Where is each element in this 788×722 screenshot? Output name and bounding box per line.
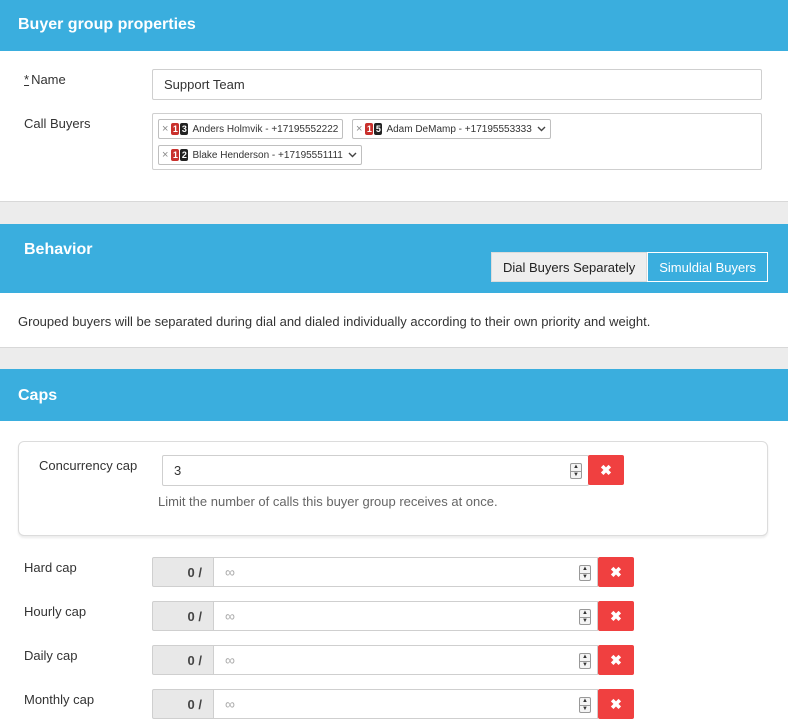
- delete-icon: ✖: [610, 695, 622, 712]
- number-spinner[interactable]: ▲ ▼: [579, 609, 591, 625]
- remove-icon[interactable]: ×: [356, 123, 362, 135]
- page: Buyer group properties * Name Support Tea…: [0, 0, 788, 722]
- hourly-cap-label: Hourly cap: [24, 604, 87, 619]
- concurrency-value: 3: [174, 463, 182, 478]
- call-buyer-tag[interactable]: × 1 3 Anders Holmvik - +17195552222: [158, 119, 344, 139]
- hard-cap-current: 0 /: [152, 557, 214, 587]
- caps-header: Caps: [0, 369, 788, 421]
- daily-cap-placeholder: ∞: [225, 652, 235, 668]
- remove-icon[interactable]: ×: [162, 149, 168, 161]
- name-input[interactable]: Support Team: [152, 69, 762, 100]
- caps-title: Caps: [18, 387, 58, 404]
- delete-icon: ✖: [610, 607, 622, 624]
- buyer-group-header: Buyer group properties: [0, 0, 788, 51]
- concurrency-label: Concurrency cap: [39, 458, 138, 473]
- spin-down-icon[interactable]: ▼: [580, 616, 590, 625]
- delete-icon: ✖: [610, 651, 622, 668]
- priority-badge: 1: [171, 149, 180, 161]
- call-buyers-select[interactable]: × 1 3 Anders Holmvik - +17195552222 × 1 …: [152, 113, 762, 170]
- hard-cap-input[interactable]: ∞ ▲ ▼: [213, 557, 598, 587]
- required-mark: *: [24, 72, 30, 87]
- call-buyer-name: Blake Henderson - +17195551111: [192, 149, 343, 161]
- priority-badge: 1: [171, 123, 180, 135]
- behavior-toggle: Dial Buyers Separately Simuldial Buyers: [491, 252, 769, 282]
- dial-separately-button[interactable]: Dial Buyers Separately: [491, 252, 648, 282]
- monthly-cap-input[interactable]: ∞ ▲ ▼: [213, 689, 598, 719]
- monthly-cap-current: 0 /: [152, 689, 214, 719]
- spin-down-icon[interactable]: ▼: [580, 660, 590, 669]
- name-label-text: Name: [31, 72, 66, 87]
- delete-icon: ✖: [610, 563, 622, 580]
- weight-badge: 3: [180, 123, 189, 135]
- daily-cap-label: Daily cap: [24, 648, 78, 663]
- spin-down-icon[interactable]: ▼: [580, 572, 590, 581]
- buyer-group-title: Buyer group properties: [18, 16, 196, 33]
- simuldial-button[interactable]: Simuldial Buyers: [647, 252, 769, 282]
- hourly-cap-delete-button[interactable]: ✖: [598, 601, 634, 631]
- hard-cap-label: Hard cap: [24, 560, 77, 575]
- concurrency-hint: Limit the number of calls this buyer gro…: [158, 494, 498, 509]
- chevron-down-icon[interactable]: [348, 150, 357, 160]
- hard-cap-placeholder: ∞: [225, 564, 235, 580]
- delete-icon: ✖: [600, 461, 612, 478]
- priority-badge: 1: [365, 123, 374, 135]
- monthly-cap-delete-button[interactable]: ✖: [598, 689, 634, 719]
- hard-cap-delete-button[interactable]: ✖: [598, 557, 634, 587]
- concurrency-input[interactable]: 3 ▲ ▼: [162, 455, 589, 486]
- name-label: * Name: [24, 72, 66, 87]
- call-buyer-tag[interactable]: × 1 5 Adam DeMamp - +17195553333: [352, 119, 551, 139]
- hourly-cap-current: 0 /: [152, 601, 214, 631]
- weight-badge: 2: [180, 149, 189, 161]
- name-input-value: Support Team: [164, 77, 245, 92]
- daily-cap-current: 0 /: [152, 645, 214, 675]
- call-buyer-name: Anders Holmvik - +17195552222: [192, 123, 339, 135]
- spin-down-icon[interactable]: ▼: [580, 704, 590, 713]
- concurrency-delete-button[interactable]: ✖: [588, 455, 624, 485]
- number-spinner[interactable]: ▲ ▼: [579, 653, 591, 669]
- remove-icon[interactable]: ×: [162, 123, 168, 135]
- monthly-cap-label: Monthly cap: [24, 692, 95, 707]
- behavior-description: Grouped buyers will be separated during …: [18, 314, 651, 329]
- number-spinner[interactable]: ▲ ▼: [579, 565, 591, 581]
- call-buyer-name: Adam DeMamp - +17195553333: [386, 123, 532, 135]
- call-buyers-label: Call Buyers: [24, 116, 91, 131]
- hourly-cap-placeholder: ∞: [225, 608, 235, 624]
- number-spinner[interactable]: ▲ ▼: [579, 697, 591, 713]
- behavior-title: Behavior: [24, 241, 93, 258]
- spin-down-icon[interactable]: ▼: [571, 470, 581, 479]
- daily-cap-input[interactable]: ∞ ▲ ▼: [213, 645, 598, 675]
- number-spinner[interactable]: ▲ ▼: [570, 463, 582, 479]
- monthly-cap-placeholder: ∞: [225, 696, 235, 712]
- hourly-cap-input[interactable]: ∞ ▲ ▼: [213, 601, 598, 631]
- weight-badge: 5: [374, 123, 383, 135]
- chevron-down-icon[interactable]: [537, 124, 546, 134]
- daily-cap-delete-button[interactable]: ✖: [598, 645, 634, 675]
- call-buyer-tag[interactable]: × 1 2 Blake Henderson - +17195551111: [158, 145, 362, 165]
